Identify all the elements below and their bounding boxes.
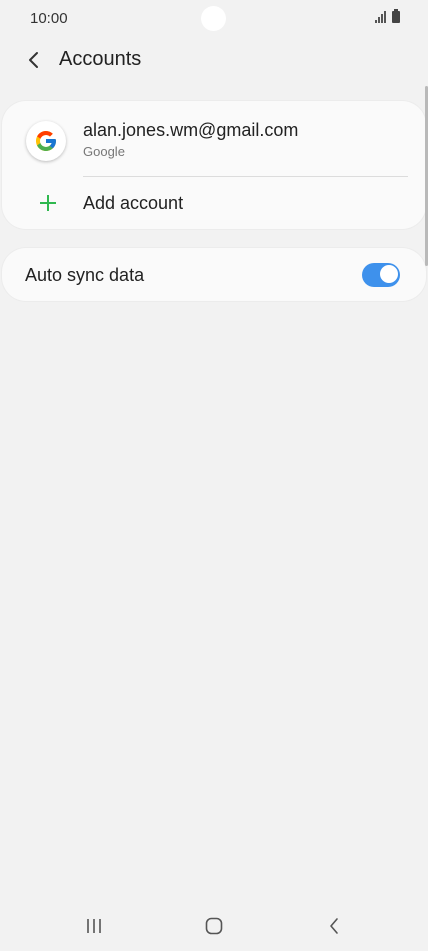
auto-sync-label: Auto sync data [25, 265, 145, 285]
home-icon [205, 917, 223, 935]
toggle-thumb [379, 264, 399, 284]
account-item-google[interactable]: alan.jones.wm@gmail.com Google [2, 101, 426, 177]
auto-sync-toggle[interactable] [362, 263, 400, 287]
add-account-button[interactable]: Add account [2, 177, 426, 229]
nav-back-icon [330, 918, 338, 934]
back-arrow-icon [29, 52, 38, 68]
plus-icon [40, 195, 56, 211]
back-button[interactable] [20, 46, 48, 74]
recents-button[interactable] [79, 914, 109, 938]
battery-icon [392, 9, 400, 23]
home-button[interactable] [199, 914, 229, 938]
google-icon [26, 121, 66, 161]
camera-cutout [201, 6, 226, 31]
status-bar: 10:00 [0, 0, 428, 38]
account-type: Google [83, 144, 125, 159]
auto-sync-row[interactable]: Auto sync data [2, 248, 426, 301]
nav-back-button[interactable] [319, 914, 349, 938]
add-account-label: Add account [83, 193, 184, 213]
page-title: Accounts [59, 48, 142, 70]
account-email: alan.jones.wm@gmail.com [83, 120, 299, 140]
status-time: 10:00 [30, 10, 68, 27]
navigation-bar [0, 900, 428, 951]
status-icons [375, 9, 400, 23]
accounts-card: alan.jones.wm@gmail.com Google Add accou… [2, 101, 426, 229]
recents-icon [87, 919, 101, 933]
app-header: Accounts [0, 40, 428, 80]
signal-icon [375, 11, 386, 23]
